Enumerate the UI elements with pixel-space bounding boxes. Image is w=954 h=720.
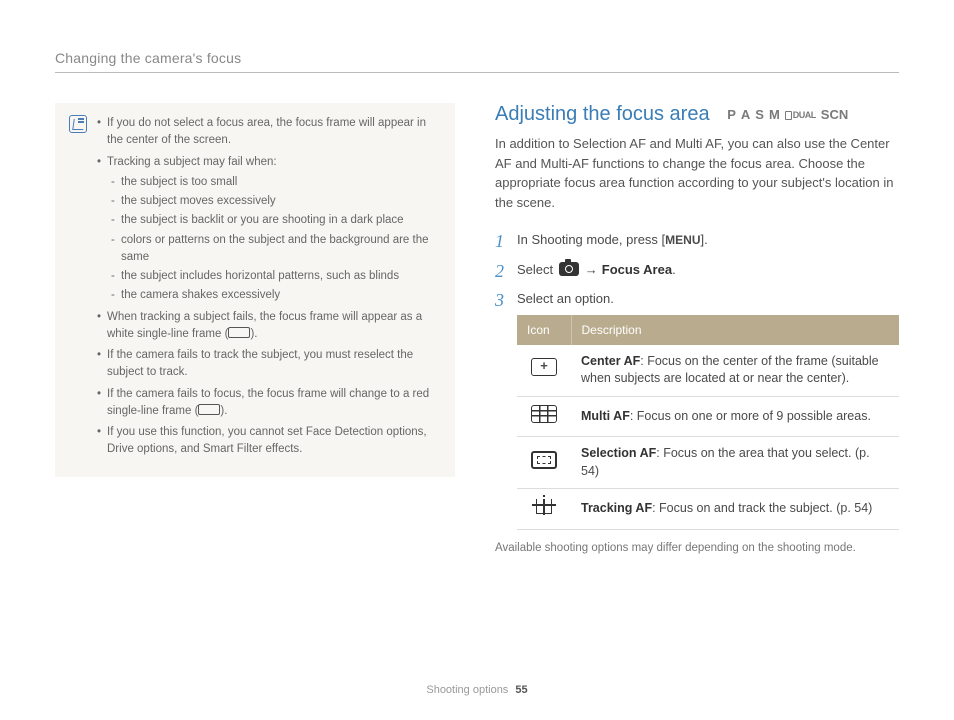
note-text: If the camera fails to focus, the focus … — [107, 388, 429, 417]
note-box: If you do not select a focus area, the f… — [55, 103, 455, 477]
note-item: If you do not select a focus area, the f… — [97, 115, 441, 150]
step-3: 3 Select an option. Icon Description Cen… — [495, 289, 899, 530]
table-header-desc: Description — [571, 315, 899, 345]
steps-list: 1 In Shooting mode, press [MENU]. 2 Sele… — [495, 230, 899, 530]
footnote: Available shooting options may differ de… — [495, 542, 899, 554]
table-row: Tracking AF: Focus on and track the subj… — [517, 489, 899, 530]
af-name: Multi AF — [581, 409, 630, 423]
af-desc: : Focus on and track the subject. (p. 54… — [652, 501, 872, 515]
arrow-icon: → — [585, 262, 598, 277]
center-af-icon — [531, 358, 557, 376]
table-row: Multi AF: Focus on one or more of 9 poss… — [517, 396, 899, 437]
step-text: Select — [517, 262, 557, 277]
step-text: In Shooting mode, press [ — [517, 232, 665, 247]
note-text: Tracking a subject may fail when: — [107, 156, 277, 168]
note-item: Tracking a subject may fail when: the su… — [97, 154, 441, 305]
af-desc: : Focus on one or more of 9 possible are… — [630, 409, 871, 423]
mode-scn-icon: SCN — [821, 107, 848, 122]
frame-white-icon — [228, 327, 250, 338]
step-text: . — [672, 262, 676, 277]
focus-area-label: Focus Area — [602, 262, 672, 277]
table-header-row: Icon Description — [517, 315, 899, 345]
content-columns: If you do not select a focus area, the f… — [55, 103, 899, 554]
multi-af-icon — [531, 405, 557, 423]
page-footer: Shooting options 55 — [0, 684, 954, 696]
mode-m-icon: M — [769, 107, 780, 122]
note-text: ). — [220, 405, 227, 417]
table-header-icon: Icon — [517, 315, 571, 345]
note-item: If you use this function, you cannot set… — [97, 424, 441, 459]
section-intro: In addition to Selection AF and Multi AF… — [495, 134, 899, 212]
step-text: ]. — [701, 232, 708, 247]
section-title: Adjusting the focus area — [495, 103, 710, 126]
mode-dual-icon: DUAL — [785, 110, 816, 120]
camera-icon — [559, 262, 579, 276]
footer-section: Shooting options — [426, 684, 508, 696]
note-item: If the camera fails to focus, the focus … — [97, 386, 441, 421]
af-name: Tracking AF — [581, 501, 652, 515]
mode-s-icon: S — [755, 107, 764, 122]
note-subitem: the subject is backlit or you are shooti… — [107, 212, 441, 229]
selection-af-icon — [531, 451, 557, 469]
tracking-af-icon — [532, 497, 556, 515]
note-item: If the camera fails to track the subject… — [97, 347, 441, 382]
menu-button-label: MENU — [665, 233, 700, 247]
left-column: If you do not select a focus area, the f… — [55, 103, 455, 554]
af-name: Selection AF — [581, 446, 656, 460]
step-number: 3 — [495, 287, 504, 314]
note-subitem: the camera shakes excessively — [107, 287, 441, 304]
af-name: Center AF — [581, 354, 640, 368]
step-2: 2 Select →Focus Area. — [495, 260, 899, 280]
note-icon — [69, 115, 87, 133]
note-subitem: the subject moves excessively — [107, 193, 441, 210]
page-header: Changing the camera's focus — [55, 50, 899, 73]
focus-area-table: Icon Description Center AF: Focus on the… — [517, 315, 899, 530]
step-number: 2 — [495, 258, 504, 285]
section-heading-row: Adjusting the focus area P A S M DUAL SC… — [495, 103, 899, 126]
note-text: ). — [250, 328, 257, 340]
note-item: When tracking a subject fails, the focus… — [97, 309, 441, 344]
note-subitem: the subject includes horizontal patterns… — [107, 268, 441, 285]
page-number: 55 — [515, 684, 527, 696]
step-number: 1 — [495, 228, 504, 255]
step-text: Select an option. — [517, 291, 614, 306]
table-row: Selection AF: Focus on the area that you… — [517, 437, 899, 489]
mode-icons: P A S M DUAL SCN — [727, 107, 848, 122]
mode-p-icon: P — [727, 107, 736, 122]
frame-red-icon — [198, 404, 220, 415]
mode-a-icon: A — [741, 107, 750, 122]
table-row: Center AF: Focus on the center of the fr… — [517, 345, 899, 397]
note-subitem: the subject is too small — [107, 174, 441, 191]
note-sublist: the subject is too small the subject mov… — [107, 174, 441, 305]
note-list: If you do not select a focus area, the f… — [97, 115, 441, 463]
right-column: Adjusting the focus area P A S M DUAL SC… — [495, 103, 899, 554]
note-text: When tracking a subject fails, the focus… — [107, 311, 422, 340]
step-1: 1 In Shooting mode, press [MENU]. — [495, 230, 899, 250]
note-subitem: colors or patterns on the subject and th… — [107, 232, 441, 267]
